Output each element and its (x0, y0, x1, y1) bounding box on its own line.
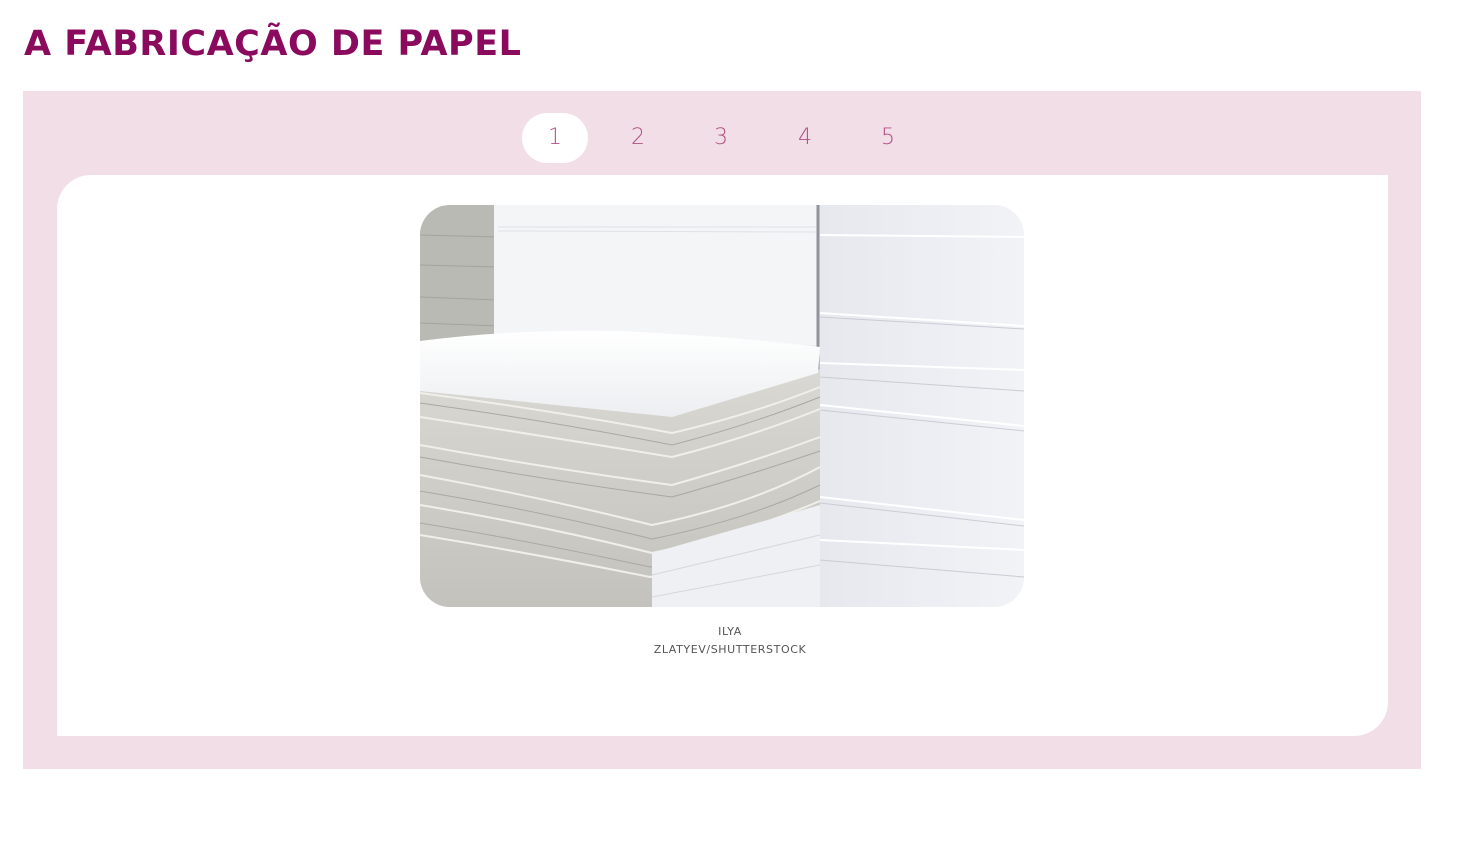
page-title: A FABRICAÇÃO DE PAPEL (24, 24, 522, 64)
photo-credit-line-1: ILYA (718, 625, 742, 638)
paper-stacks-photo (420, 205, 1024, 607)
slide-tab-1[interactable]: 1 (522, 113, 588, 163)
image-carousel: 1 2 3 4 5 ILYA ZLATYEV/SHUTTERSTOCK (23, 91, 1421, 769)
slide-panel: ILYA ZLATYEV/SHUTTERSTOCK (57, 175, 1388, 736)
photo-credit: ILYA ZLATYEV/SHUTTERSTOCK (57, 623, 1403, 659)
carousel-pagination: 1 2 3 4 5 (23, 113, 1421, 163)
slide-tab-5[interactable]: 5 (855, 113, 921, 163)
photo-credit-line-2: ZLATYEV/SHUTTERSTOCK (653, 643, 807, 656)
slide-tab-3[interactable]: 3 (688, 113, 754, 163)
slide-tab-4[interactable]: 4 (772, 113, 838, 163)
slide-tab-2[interactable]: 2 (605, 113, 671, 163)
